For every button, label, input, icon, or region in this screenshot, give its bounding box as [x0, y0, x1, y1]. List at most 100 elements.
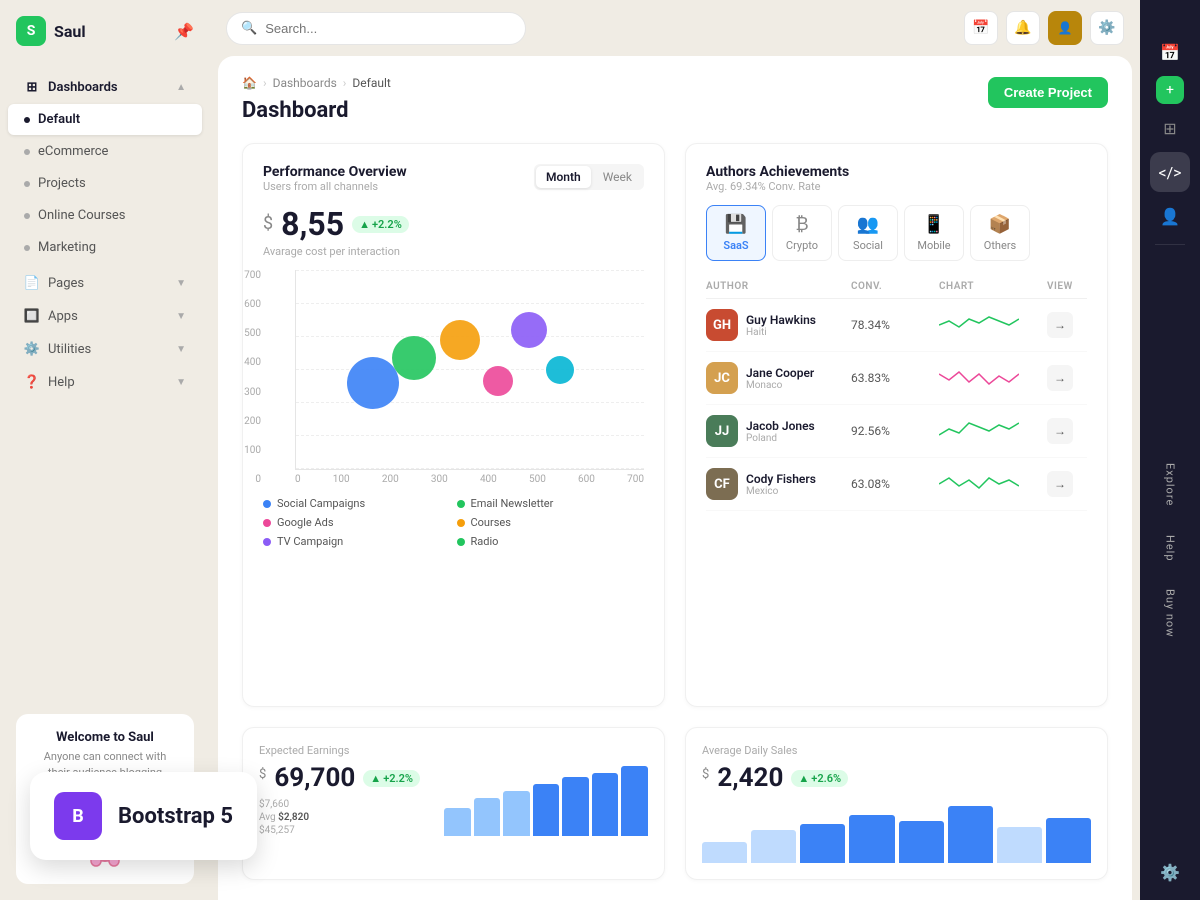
- pages-icon: 📄: [24, 275, 40, 291]
- bar: [899, 821, 944, 863]
- avatar-jane: JC: [706, 362, 738, 394]
- rp-code-btn[interactable]: </>: [1150, 152, 1190, 192]
- dollar-sign: $: [702, 767, 709, 782]
- calendar-button[interactable]: 📅: [964, 11, 998, 45]
- sidebar-item-utilities[interactable]: ⚙️ Utilities ▼: [8, 333, 202, 365]
- bubble-chart: [295, 270, 644, 470]
- utilities-icon: ⚙️: [24, 341, 40, 357]
- view-btn-cody[interactable]: →: [1047, 471, 1073, 497]
- earnings-badge: ▲ +2.2%: [363, 770, 420, 787]
- breadcrumb-dashboards[interactable]: Dashboards: [273, 76, 337, 90]
- cat-tab-crypto[interactable]: ₿ Crypto: [772, 205, 832, 261]
- author-info-jacob: JJ Jacob Jones Poland: [706, 415, 843, 447]
- search-icon: 🔍: [241, 21, 257, 36]
- tab-week[interactable]: Week: [593, 166, 642, 188]
- search-container: 🔍: [226, 12, 526, 45]
- bootstrap-icon: B: [54, 792, 102, 840]
- rp-label-buy[interactable]: Buy now: [1160, 581, 1181, 645]
- cat-tab-social[interactable]: 👥 Social: [838, 205, 898, 261]
- bubble-chart-container: 700 600 500 400 300 200 100 0: [263, 270, 644, 485]
- welcome-title: Welcome to Saul: [32, 730, 178, 745]
- home-icon: 🏠: [242, 76, 257, 90]
- social-icon: 👥: [857, 214, 879, 235]
- saas-icon: 💾: [725, 214, 747, 235]
- avatar-guy: GH: [706, 309, 738, 341]
- sidebar-item-help[interactable]: ❓ Help ▼: [8, 366, 202, 398]
- sidebar-item-apps[interactable]: 🔲 Apps ▼: [8, 300, 202, 332]
- rp-add-btn[interactable]: +: [1156, 76, 1184, 104]
- bar: [621, 766, 648, 836]
- view-btn-jacob[interactable]: →: [1047, 418, 1073, 444]
- user-avatar[interactable]: 👤: [1048, 11, 1082, 45]
- topbar: 🔍 📅 🔔 👤 ⚙️: [210, 0, 1140, 56]
- spark-cody: [939, 472, 1019, 496]
- daily-sales-label: Average Daily Sales: [702, 744, 1091, 757]
- sidebar-item-online-courses[interactable]: Online Courses: [8, 200, 202, 231]
- table-row: CF Cody Fishers Mexico 63.08% →: [706, 458, 1087, 511]
- help-icon: ❓: [24, 374, 40, 390]
- breadcrumb: 🏠 › Dashboards › Default: [242, 76, 1108, 90]
- notifications-button[interactable]: 🔔: [1006, 11, 1040, 45]
- legend-dot-courses: [457, 519, 465, 527]
- rp-label-explore[interactable]: Explore: [1160, 455, 1181, 514]
- view-btn-guy[interactable]: →: [1047, 312, 1073, 338]
- bubble-email: [392, 336, 436, 380]
- dot-icon: [24, 149, 30, 155]
- cat-tab-mobile[interactable]: 📱 Mobile: [904, 205, 964, 261]
- create-project-button[interactable]: Create Project: [988, 77, 1108, 108]
- perf-header: Performance Overview Users from all chan…: [263, 164, 644, 193]
- rp-grid-btn[interactable]: ⊞: [1150, 108, 1190, 148]
- earnings-bar-chart: [444, 766, 648, 836]
- chevron-down-icon: ▼: [176, 278, 186, 289]
- bar: [503, 791, 530, 837]
- bottom-row: Expected Earnings $ 69,700 ▲ +2.2% $7,66…: [242, 727, 1108, 880]
- bubble-cyan: [546, 356, 574, 384]
- sidebar-item-default[interactable]: Default: [8, 104, 202, 135]
- divider: [1155, 244, 1185, 245]
- bootstrap-promo: B Bootstrap 5: [30, 772, 257, 860]
- legend-email: Email Newsletter: [457, 497, 645, 510]
- bar: [533, 784, 560, 837]
- rp-settings-btn[interactable]: ⚙️: [1150, 852, 1190, 892]
- sidebar-item-marketing[interactable]: Marketing: [8, 232, 202, 263]
- view-btn-jane[interactable]: →: [1047, 365, 1073, 391]
- bootstrap-text: Bootstrap 5: [118, 804, 233, 829]
- rp-person-btn[interactable]: 👤: [1150, 196, 1190, 236]
- topbar-actions: 📅 🔔 👤 ⚙️: [964, 11, 1124, 45]
- bar: [849, 815, 894, 863]
- sidebar-item-dashboards[interactable]: ⊞ Dashboards ▲: [8, 71, 202, 103]
- settings-button[interactable]: ⚙️: [1090, 11, 1124, 45]
- category-tabs: 💾 SaaS ₿ Crypto 👥 Social 📱 Mobile: [706, 205, 1087, 261]
- chevron-down-icon: ▼: [176, 311, 186, 322]
- cat-tab-saas[interactable]: 💾 SaaS: [706, 205, 766, 261]
- chart-legend: Social Campaigns Email Newsletter Google…: [263, 497, 644, 548]
- rp-label-help[interactable]: Help: [1160, 527, 1181, 570]
- search-input[interactable]: [265, 21, 511, 36]
- metric-value: $ 8,55 ▲ +2.2%: [263, 205, 644, 243]
- spark-guy: [939, 313, 1019, 337]
- daily-sales-badge: ▲ +2.6%: [791, 770, 848, 787]
- legend-dot-social: [263, 500, 271, 508]
- bar: [592, 773, 619, 836]
- sidebar-item-projects[interactable]: Projects: [8, 168, 202, 199]
- sidebar-nav: ⊞ Dashboards ▲ Default eCommerce Project…: [0, 62, 210, 698]
- sidebar: S Saul 📌 ⊞ Dashboards ▲ Default eCommerc…: [0, 0, 210, 900]
- legend-radio: Radio: [457, 535, 645, 548]
- cat-tab-others[interactable]: 📦 Others: [970, 205, 1030, 261]
- rp-calendar-btn[interactable]: 📅: [1150, 32, 1190, 72]
- y-axis: 700 600 500 400 300 200 100 0: [233, 270, 261, 485]
- bubble-google: [440, 320, 480, 360]
- dot-icon: [24, 181, 30, 187]
- avatar-jacob: JJ: [706, 415, 738, 447]
- x-axis: 0 100 200 300 400 500 600 700: [295, 474, 644, 485]
- spark-jane: [939, 366, 1019, 390]
- sidebar-item-ecommerce[interactable]: eCommerce: [8, 136, 202, 167]
- legend-dot-google: [263, 519, 271, 527]
- crypto-icon: ₿: [795, 214, 808, 235]
- bar: [751, 830, 796, 863]
- tab-month[interactable]: Month: [536, 166, 591, 188]
- sidebar-item-pages[interactable]: 📄 Pages ▼: [8, 267, 202, 299]
- pin-icon[interactable]: 📌: [174, 22, 194, 41]
- dollar-sign: $: [259, 767, 266, 782]
- nav-group-dashboards: ⊞ Dashboards ▲ Default eCommerce Project…: [0, 71, 210, 263]
